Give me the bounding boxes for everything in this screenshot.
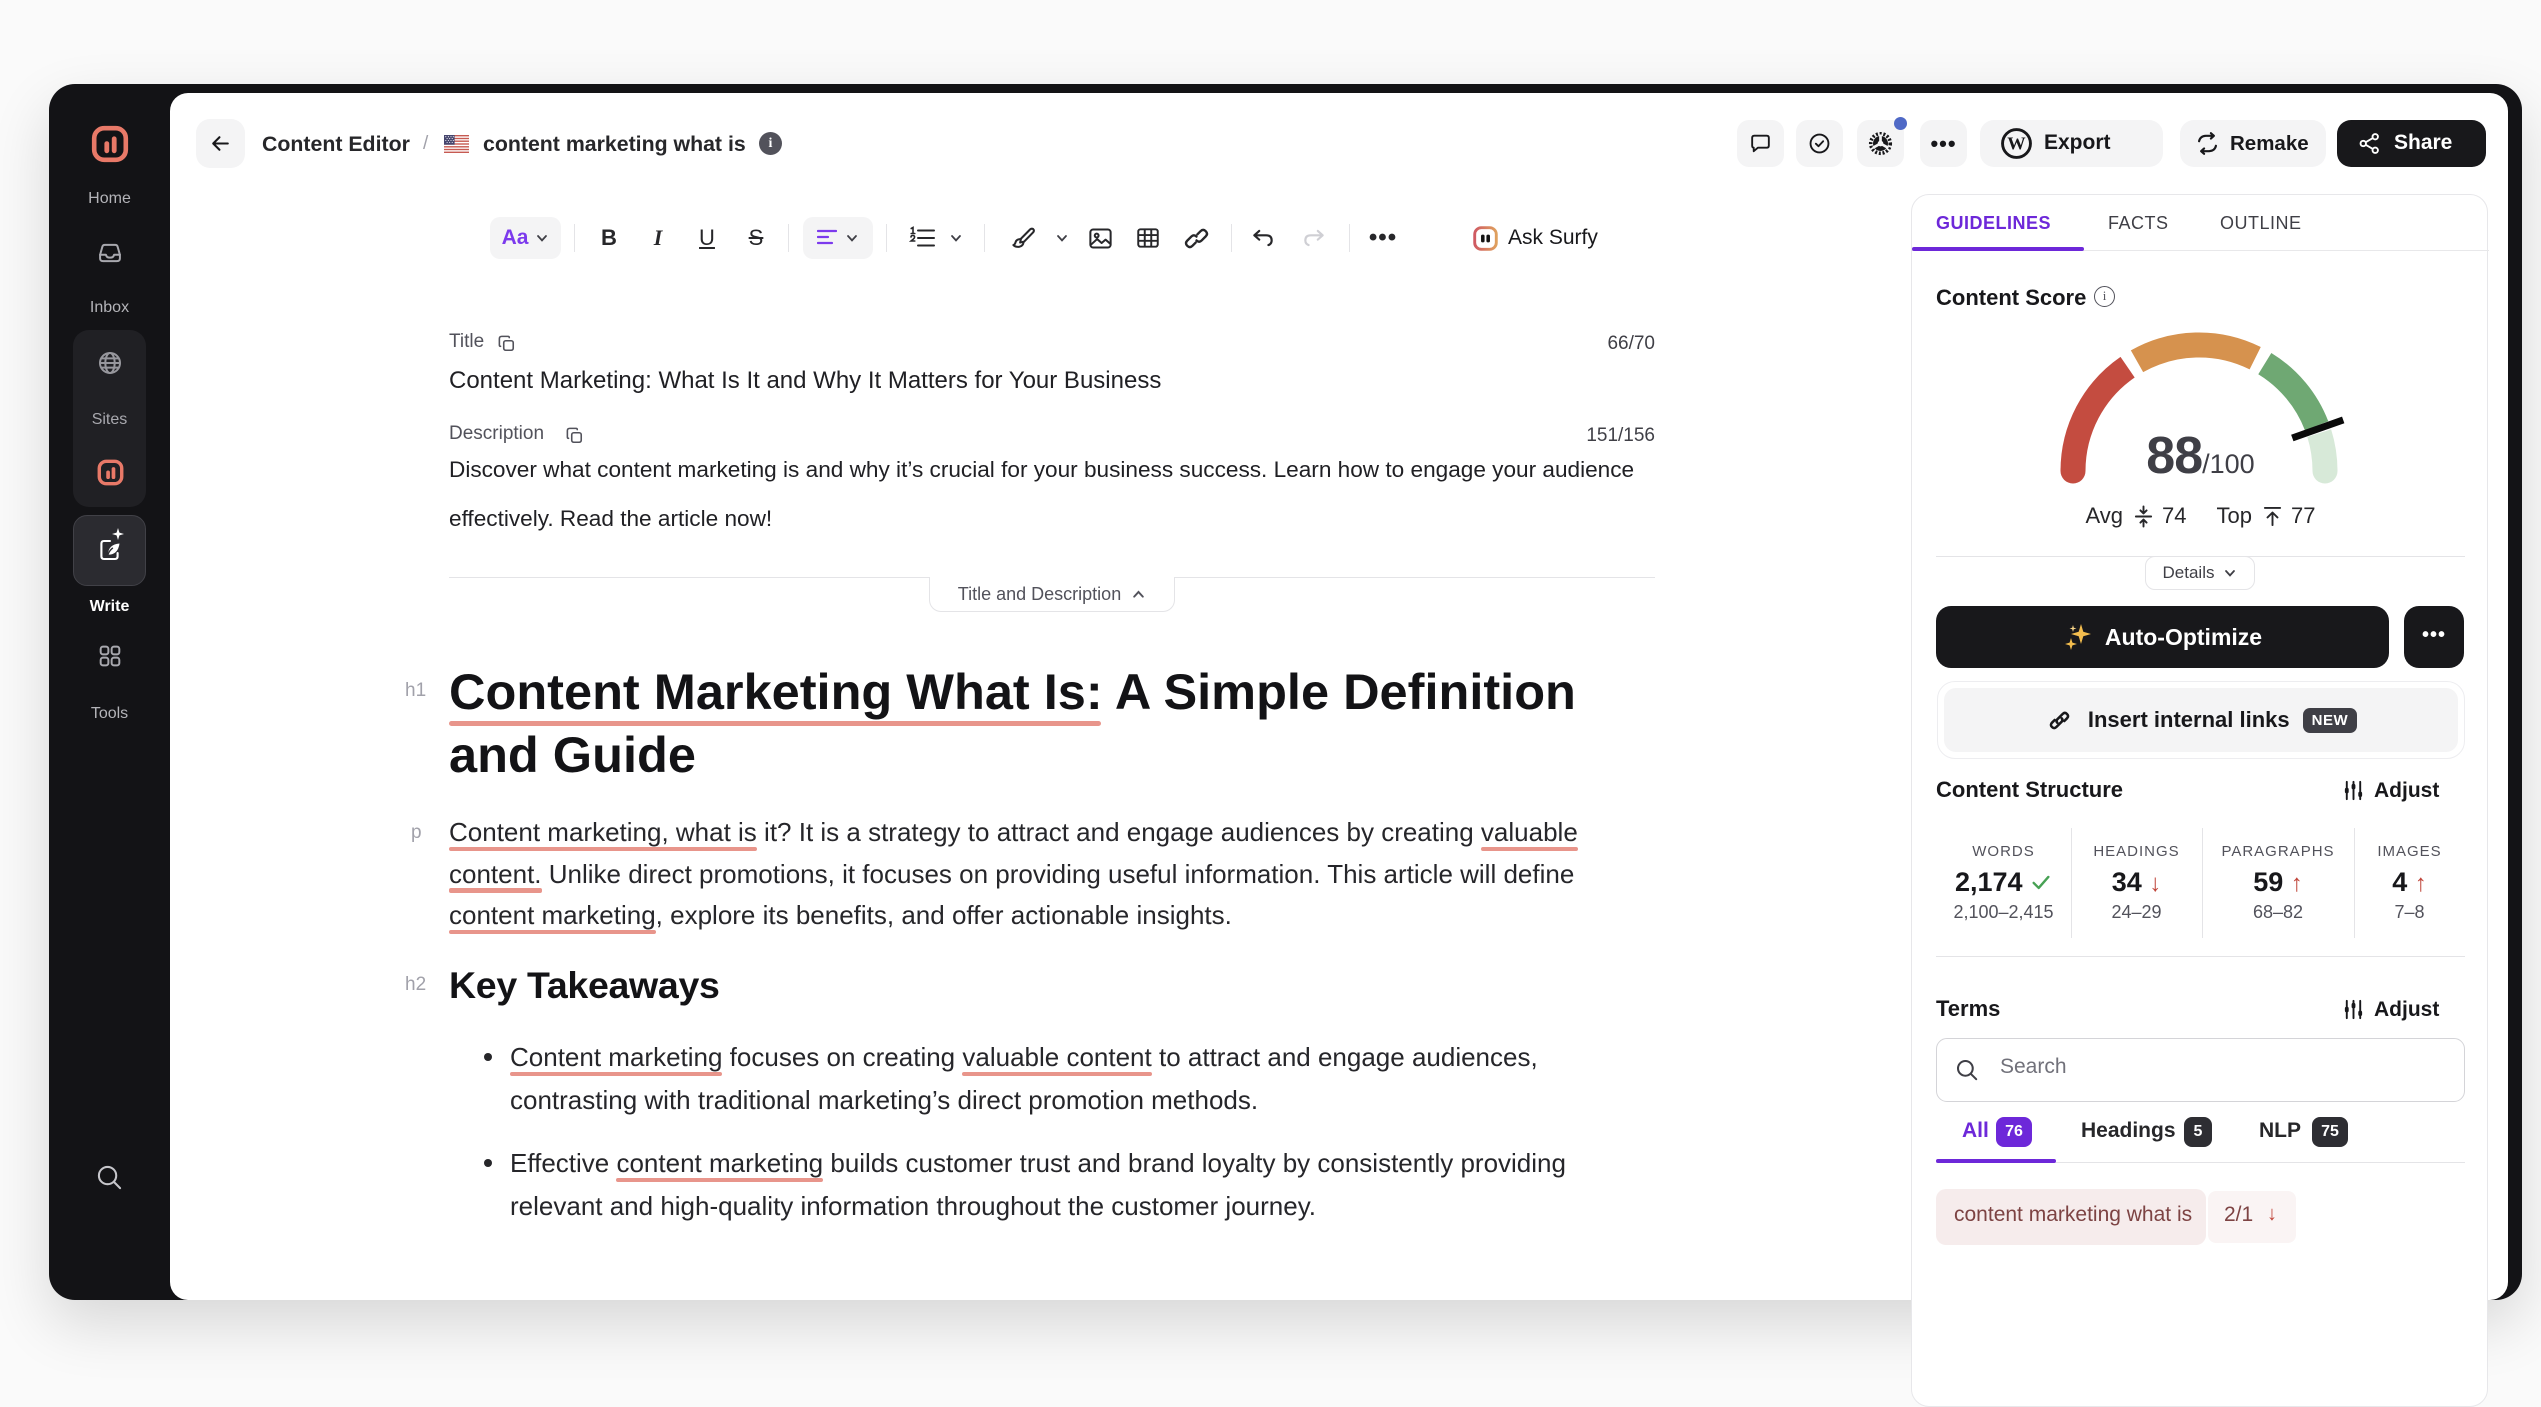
svg-text:W: W xyxy=(2007,134,2026,154)
